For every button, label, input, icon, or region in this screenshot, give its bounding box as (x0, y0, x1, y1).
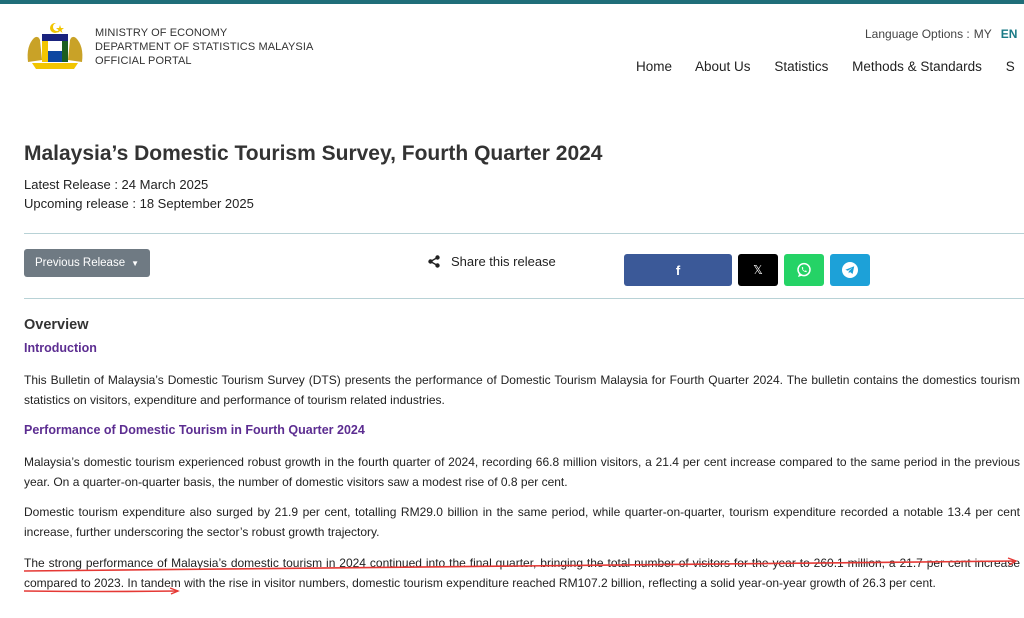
telegram-icon (842, 262, 858, 278)
coat-of-arms-logo[interactable] (24, 22, 86, 72)
nav-about-us[interactable]: About Us (695, 59, 751, 74)
whatsapp-icon (797, 262, 811, 277)
previous-release-label: Previous Release (34, 257, 126, 269)
overview-heading: Overview (24, 317, 89, 333)
introduction-heading: Introduction (24, 341, 97, 355)
main-navigation: Home About Us Statistics Methods & Stand… (636, 59, 1015, 74)
nav-truncated-item[interactable]: S (1006, 59, 1015, 74)
divider-top (24, 233, 1024, 234)
language-options-label: Language Options : (865, 27, 970, 41)
x-icon: 𝕏 (753, 263, 763, 277)
share-icon (428, 255, 440, 268)
divider-bottom (24, 298, 1024, 299)
share-this-release: Share this release (428, 254, 556, 269)
page-title: Malaysia’s Domestic Tourism Survey, Four… (24, 142, 603, 165)
share-facebook-button[interactable]: f (624, 254, 732, 286)
performance-paragraph-expenditure: Domestic tourism expenditure also surged… (24, 505, 1020, 539)
previous-release-dropdown[interactable]: Previous Release ▼ (24, 249, 150, 277)
org-line-ministry: MINISTRY OF ECONOMY (95, 27, 228, 39)
nav-methods-standards[interactable]: Methods & Standards (852, 59, 982, 74)
performance-heading: Performance of Domestic Tourism in Fourt… (24, 423, 365, 437)
performance-paragraph-visitors: Malaysia’s domestic tourism experienced … (24, 455, 1020, 489)
performance-paragraph-annual: The strong performance of Malaysia’s dom… (24, 556, 1020, 590)
share-x-button[interactable]: 𝕏 (738, 254, 778, 286)
share-telegram-button[interactable] (830, 254, 870, 286)
introduction-paragraph: This Bulletin of Malaysia’s Domestic Tou… (24, 373, 1020, 407)
nav-home[interactable]: Home (636, 59, 672, 74)
share-label-text: Share this release (451, 254, 556, 269)
caret-down-icon: ▼ (131, 258, 140, 268)
latest-release-date: Latest Release : 24 March 2025 (24, 177, 209, 192)
upcoming-release-date: Upcoming release : 18 September 2025 (24, 196, 254, 211)
org-line-portal: OFFICIAL PORTAL (95, 55, 192, 67)
top-accent-bar (0, 0, 1024, 4)
facebook-icon: f (675, 262, 681, 278)
share-whatsapp-button[interactable] (784, 254, 824, 286)
ministry-org-name: MINISTRY OF ECONOMY DEPARTMENT OF STATIS… (95, 26, 313, 68)
org-line-department: DEPARTMENT OF STATISTICS MALAYSIA (95, 41, 314, 53)
language-en-link[interactable]: EN (1001, 27, 1018, 41)
language-my-link[interactable]: MY (974, 27, 992, 41)
language-options: Language Options : MY EN (865, 27, 1017, 41)
nav-statistics[interactable]: Statistics (774, 59, 828, 74)
